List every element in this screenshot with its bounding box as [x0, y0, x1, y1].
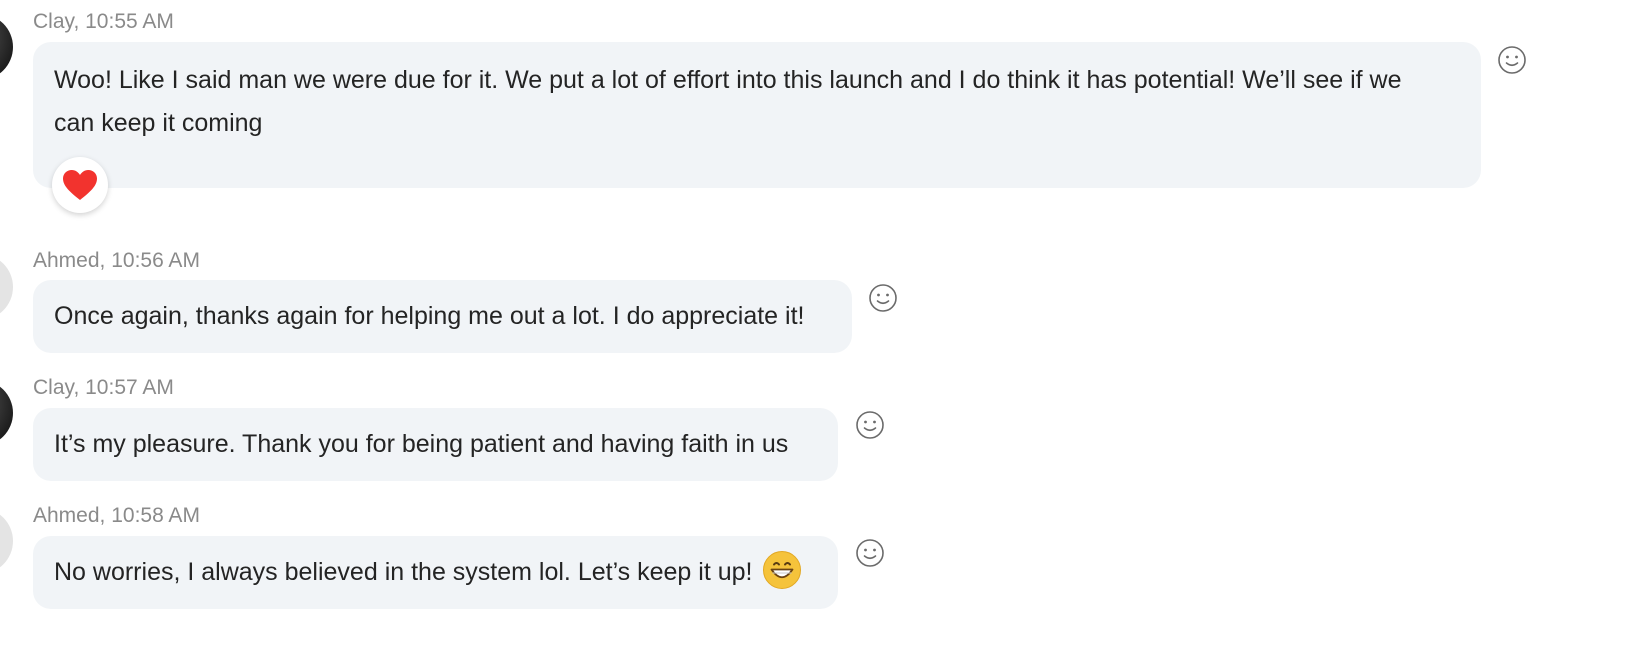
- message-bubble[interactable]: No worries, I always believed in the sys…: [33, 536, 838, 609]
- grinning-face-icon: [762, 550, 802, 590]
- heart-reaction-badge[interactable]: [52, 157, 108, 213]
- avatar-ahmed[interactable]: [0, 508, 13, 574]
- smiley-face-icon: [1498, 46, 1526, 74]
- message-text: Once again, thanks again for helping me …: [54, 302, 805, 330]
- message-bubble[interactable]: It’s my pleasure. Thank you for being pa…: [33, 408, 838, 481]
- message-text-line: can keep it coming: [54, 109, 263, 137]
- message-meta: Ahmed, 10:56 AM: [33, 249, 200, 272]
- message-text: No worries, I always believed in the sys…: [54, 558, 753, 586]
- chat-transcript: Clay, 10:55 AM Woo! Like I said man we w…: [0, 0, 1628, 652]
- add-reaction-button[interactable]: [1497, 45, 1527, 75]
- add-reaction-button[interactable]: [868, 283, 898, 313]
- add-reaction-button[interactable]: [855, 410, 885, 440]
- avatar-clay[interactable]: [0, 14, 13, 80]
- add-reaction-button[interactable]: [855, 538, 885, 568]
- smiley-face-icon: [856, 539, 884, 567]
- message-bubble[interactable]: Woo! Like I said man we were due for it.…: [33, 42, 1481, 188]
- message-meta: Clay, 10:57 AM: [33, 376, 174, 399]
- avatar-clay[interactable]: [0, 380, 13, 446]
- avatar-ahmed[interactable]: [0, 254, 13, 320]
- message-meta: Ahmed, 10:58 AM: [33, 504, 200, 527]
- message-text-line: Woo! Like I said man we were due for it.…: [54, 66, 1402, 94]
- message-meta: Clay, 10:55 AM: [33, 10, 174, 33]
- heart-icon: [63, 170, 97, 200]
- smiley-face-icon: [856, 411, 884, 439]
- message-bubble[interactable]: Once again, thanks again for helping me …: [33, 280, 852, 353]
- smiley-face-icon: [869, 284, 897, 312]
- message-text: It’s my pleasure. Thank you for being pa…: [54, 430, 789, 458]
